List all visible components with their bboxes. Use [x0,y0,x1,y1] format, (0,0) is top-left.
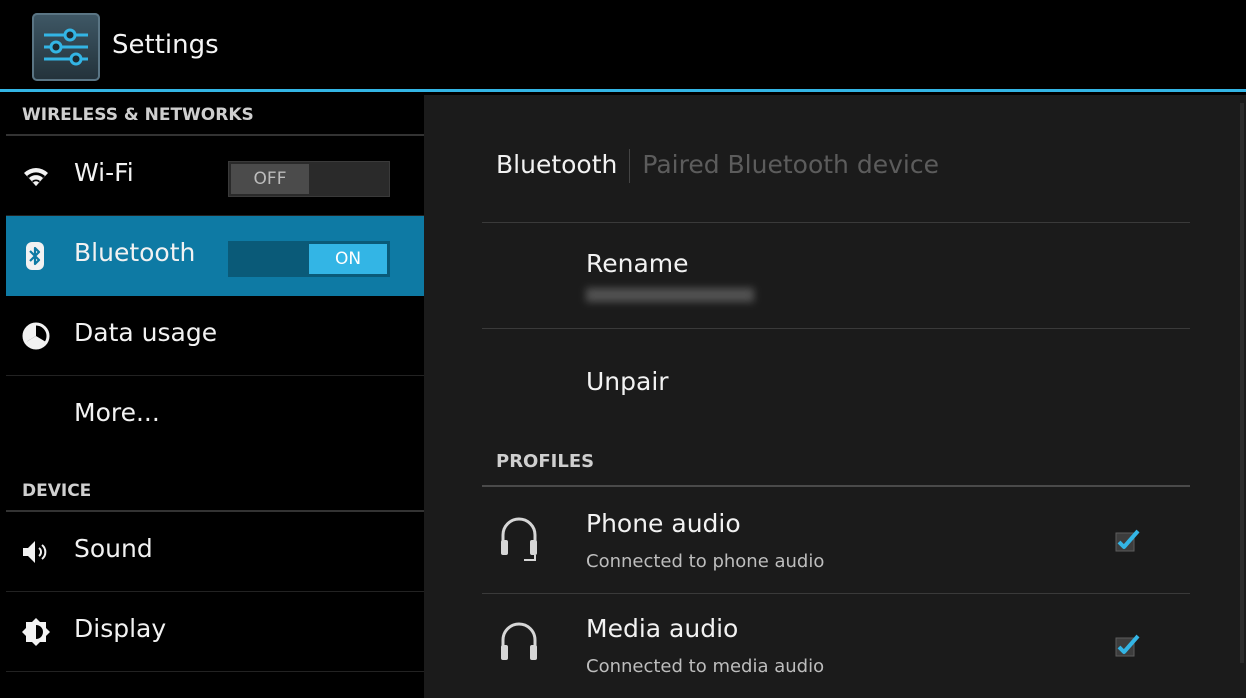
profile-summary: Connected to media audio [586,656,825,677]
app-title: Settings [112,30,219,60]
profile-summary: Connected to phone audio [586,551,825,572]
divider [482,593,1190,594]
headphones-icon [496,618,542,668]
breadcrumb-current[interactable]: Bluetooth [496,150,617,179]
divider [482,328,1190,329]
sidebar-item-display[interactable]: Display [6,592,424,672]
bluetooth-toggle-state: ON [309,244,387,274]
sidebar: WIRELESS & NETWORKS Wi-Fi OFF Bluetooth … [6,92,424,698]
wifi-toggle[interactable]: OFF [228,161,390,197]
sidebar-item-label: Sound [74,534,153,563]
sidebar-item-sound[interactable]: Sound [6,512,424,592]
sidebar-item-label: Wi-Fi [74,158,134,187]
sidebar-item-label: Bluetooth [74,238,196,267]
bluetooth-toggle[interactable]: ON [228,241,390,277]
sidebar-item-more[interactable]: More... [6,376,424,456]
headset-mic-icon [496,513,542,563]
settings-app: Settings WIRELESS & NETWORKS Wi-Fi OFF B… [0,0,1246,698]
sidebar-item-data-usage[interactable]: Data usage [6,296,424,376]
profile-title: Media audio [586,614,739,643]
scrollbar[interactable] [1240,103,1244,663]
category-wireless-networks: WIRELESS & NETWORKS [6,92,424,136]
wifi-toggle-state: OFF [231,164,309,194]
divider [482,222,1190,223]
speaker-icon [20,536,52,568]
breadcrumb-separator [629,149,631,183]
settings-sliders-icon[interactable] [32,13,100,81]
sidebar-item-wifi[interactable]: Wi-Fi OFF [6,136,424,216]
breadcrumb-subtitle: Paired Bluetooth device [642,150,939,179]
rename-option[interactable]: Rename [586,249,689,278]
category-device: DEVICE [6,468,424,512]
profile-phone-audio[interactable]: Phone audio Connected to phone audio [482,495,1190,595]
profile-media-audio[interactable]: Media audio Connected to media audio [482,600,1190,698]
profile-title: Phone audio [586,509,741,538]
sidebar-item-label: More... [74,398,160,427]
profiles-header: PROFILES [496,451,595,472]
unpair-option[interactable]: Unpair [586,367,669,396]
breadcrumb: Bluetooth Paired Bluetooth device [496,149,939,183]
sidebar-item-label: Display [74,614,167,643]
device-name-redacted [586,288,754,302]
action-bar: Settings [0,0,1246,92]
data-usage-icon [20,320,52,352]
sidebar-item-label: Data usage [74,318,218,347]
wifi-icon [20,160,52,192]
section-divider [482,485,1190,487]
sidebar-item-bluetooth[interactable]: Bluetooth ON [6,216,424,296]
brightness-icon [20,616,52,648]
bluetooth-icon [20,240,52,272]
media-audio-checkbox[interactable] [1114,632,1142,660]
detail-pane: Bluetooth Paired Bluetooth device Rename … [424,95,1246,698]
phone-audio-checkbox[interactable] [1114,527,1142,555]
